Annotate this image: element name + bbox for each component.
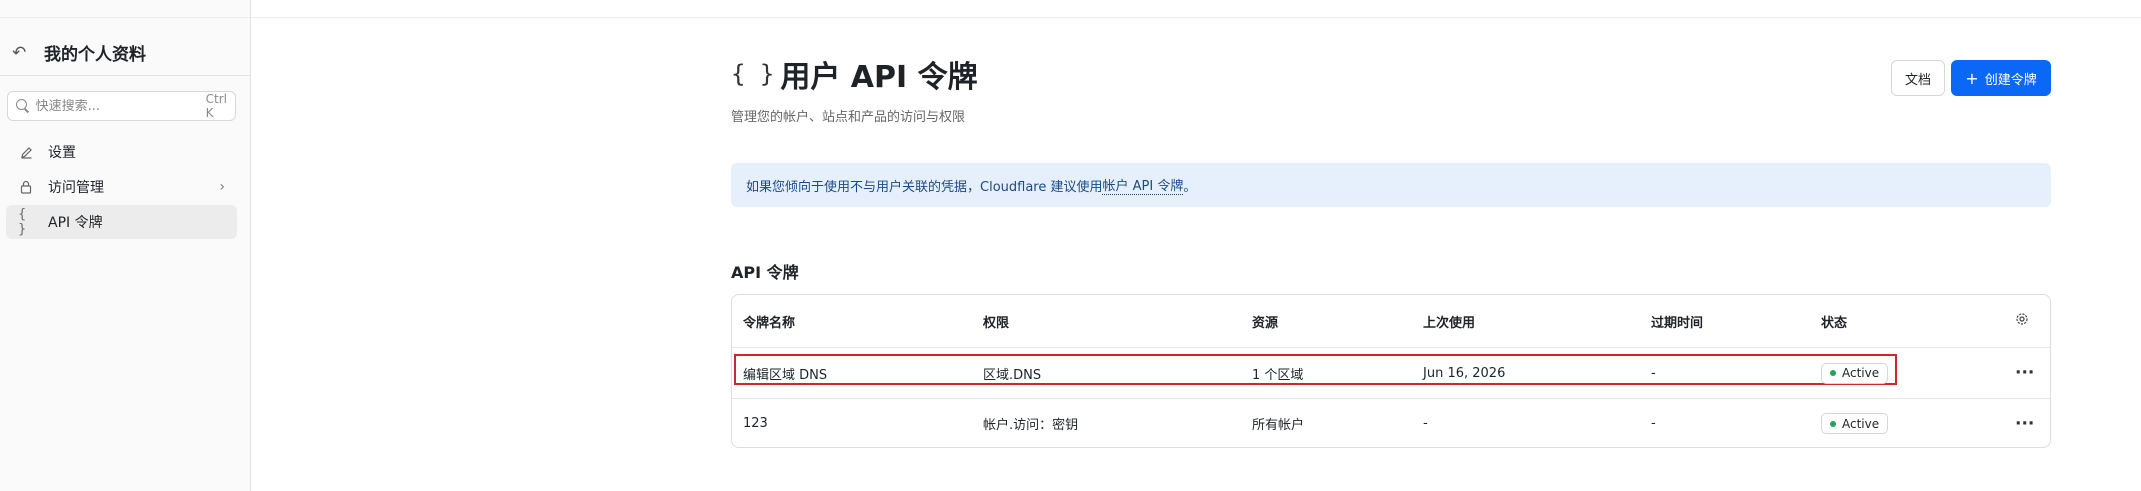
sidebar-title: 我的个人资料 (44, 45, 146, 65)
column-header-status[interactable]: 状态 (1821, 295, 1847, 347)
page-title: { } 用户 API 令牌 (731, 52, 2051, 96)
undo-arrow-icon[interactable]: ↶ (12, 43, 34, 63)
braces-icon: { } (18, 207, 27, 237)
account-api-tokens-link[interactable]: 帐户 API 令牌 (1102, 175, 1184, 195)
page-subtitle: 管理您的帐户、站点和产品的访问与权限 (731, 110, 966, 125)
token-last-used: - (1423, 416, 1428, 431)
plus-icon: + (1965, 68, 1979, 88)
sidebar-item-label: API 令牌 (48, 215, 103, 231)
more-icon: ··· (2015, 363, 2035, 383)
sidebar-header: ↶ 我的个人资料 (0, 30, 250, 76)
banner-text-end: 。 (1183, 179, 1197, 195)
info-banner: 如果您倾向于使用不与用户关联的凭据，Cloudflare 建议使用 帐户 API… (731, 163, 2051, 207)
status-text: Active (1842, 366, 1880, 380)
table-row[interactable]: 编辑区域 DNS 区域.DNS 1 个区域 Jun 16, 2026 - Act… (732, 347, 2050, 398)
docs-button[interactable]: 文档 (1891, 60, 1945, 96)
sidebar-item-label: 设置 (48, 145, 76, 161)
token-name: 编辑区域 DNS (743, 367, 828, 383)
token-resource: 1 个区域 (1252, 367, 1304, 383)
sidebar-item-label: 访问管理 (48, 180, 104, 196)
column-header-permission[interactable]: 权限 (983, 295, 1009, 347)
more-icon: ··· (2015, 413, 2035, 434)
row-highlight-box (734, 354, 1897, 385)
token-name: 123 (743, 416, 768, 431)
page-header: { } 用户 API 令牌 管理您的帐户、站点和产品的访问与权限 文档 + 创建令… (731, 52, 2051, 132)
table-row[interactable]: 123 帐户.访问：密钥 所有帐户 - - Active ··· (732, 398, 2050, 448)
docs-button-label: 文档 (1904, 72, 1931, 88)
token-last-used: Jun 16, 2026 (1423, 365, 1506, 381)
token-permission: 区域.DNS (983, 367, 1042, 383)
banner-text: 如果您倾向于使用不与用户关联的凭据，Cloudflare 建议使用 (746, 179, 1103, 195)
table-header: 令牌名称 权限 资源 上次使用 过期时间 状态 (732, 295, 2050, 347)
status-badge: Active (1821, 413, 1889, 434)
tokens-table: 令牌名称 权限 资源 上次使用 过期时间 状态 编辑区域 DNS 区域.DNS … (731, 294, 2051, 448)
token-resource: 所有帐户 (1252, 418, 1305, 433)
row-actions-button[interactable]: ··· (2015, 348, 2034, 398)
create-token-label: 创建令牌 (1984, 72, 2037, 88)
create-token-button[interactable]: + 创建令牌 (1951, 60, 2051, 96)
token-expires: - (1651, 416, 1656, 431)
chevron-right-icon: › (219, 179, 225, 195)
top-bar (251, 0, 2141, 18)
sidebar: ↶ 我的个人资料 Ctrl K 设置 访问管理 › { } API 令牌 (0, 0, 251, 491)
column-header-last-used[interactable]: 上次使用 (1423, 295, 1475, 347)
token-permission: 帐户.访问：密钥 (983, 418, 1079, 433)
page-title-text: 用户 API 令牌 (780, 60, 978, 95)
status-text: Active (1842, 416, 1880, 431)
status-badge: Active (1821, 362, 1889, 384)
token-status: Active (1821, 348, 1889, 398)
column-header-expires[interactable]: 过期时间 (1651, 295, 1703, 347)
token-expires: - (1651, 365, 1656, 381)
quick-search[interactable]: Ctrl K (7, 91, 236, 121)
column-header-resource[interactable]: 资源 (1252, 295, 1278, 347)
token-status: Active (1821, 399, 1889, 448)
search-input[interactable] (35, 98, 206, 114)
sidebar-top-strip (0, 0, 250, 18)
search-icon (16, 99, 27, 113)
braces-icon: { } (731, 60, 775, 88)
gear-icon (2015, 312, 2029, 330)
section-title: API 令牌 (731, 263, 799, 282)
header-actions: 文档 + 创建令牌 (1891, 60, 2051, 96)
lock-icon (18, 180, 34, 194)
search-shortcut: Ctrl K (205, 92, 227, 120)
table-settings-button[interactable] (2015, 295, 2029, 347)
sidebar-item-access-management[interactable]: 访问管理 › (6, 170, 237, 204)
status-dot (1830, 370, 1836, 376)
pencil-icon (18, 146, 34, 159)
row-actions-button[interactable]: ··· (2015, 399, 2034, 448)
column-header-name[interactable]: 令牌名称 (743, 295, 795, 347)
status-dot (1830, 420, 1836, 427)
sidebar-item-api-tokens[interactable]: { } API 令牌 (6, 205, 237, 239)
sidebar-nav: 设置 访问管理 › { } API 令牌 (6, 135, 237, 240)
sidebar-item-settings[interactable]: 设置 (6, 135, 237, 169)
